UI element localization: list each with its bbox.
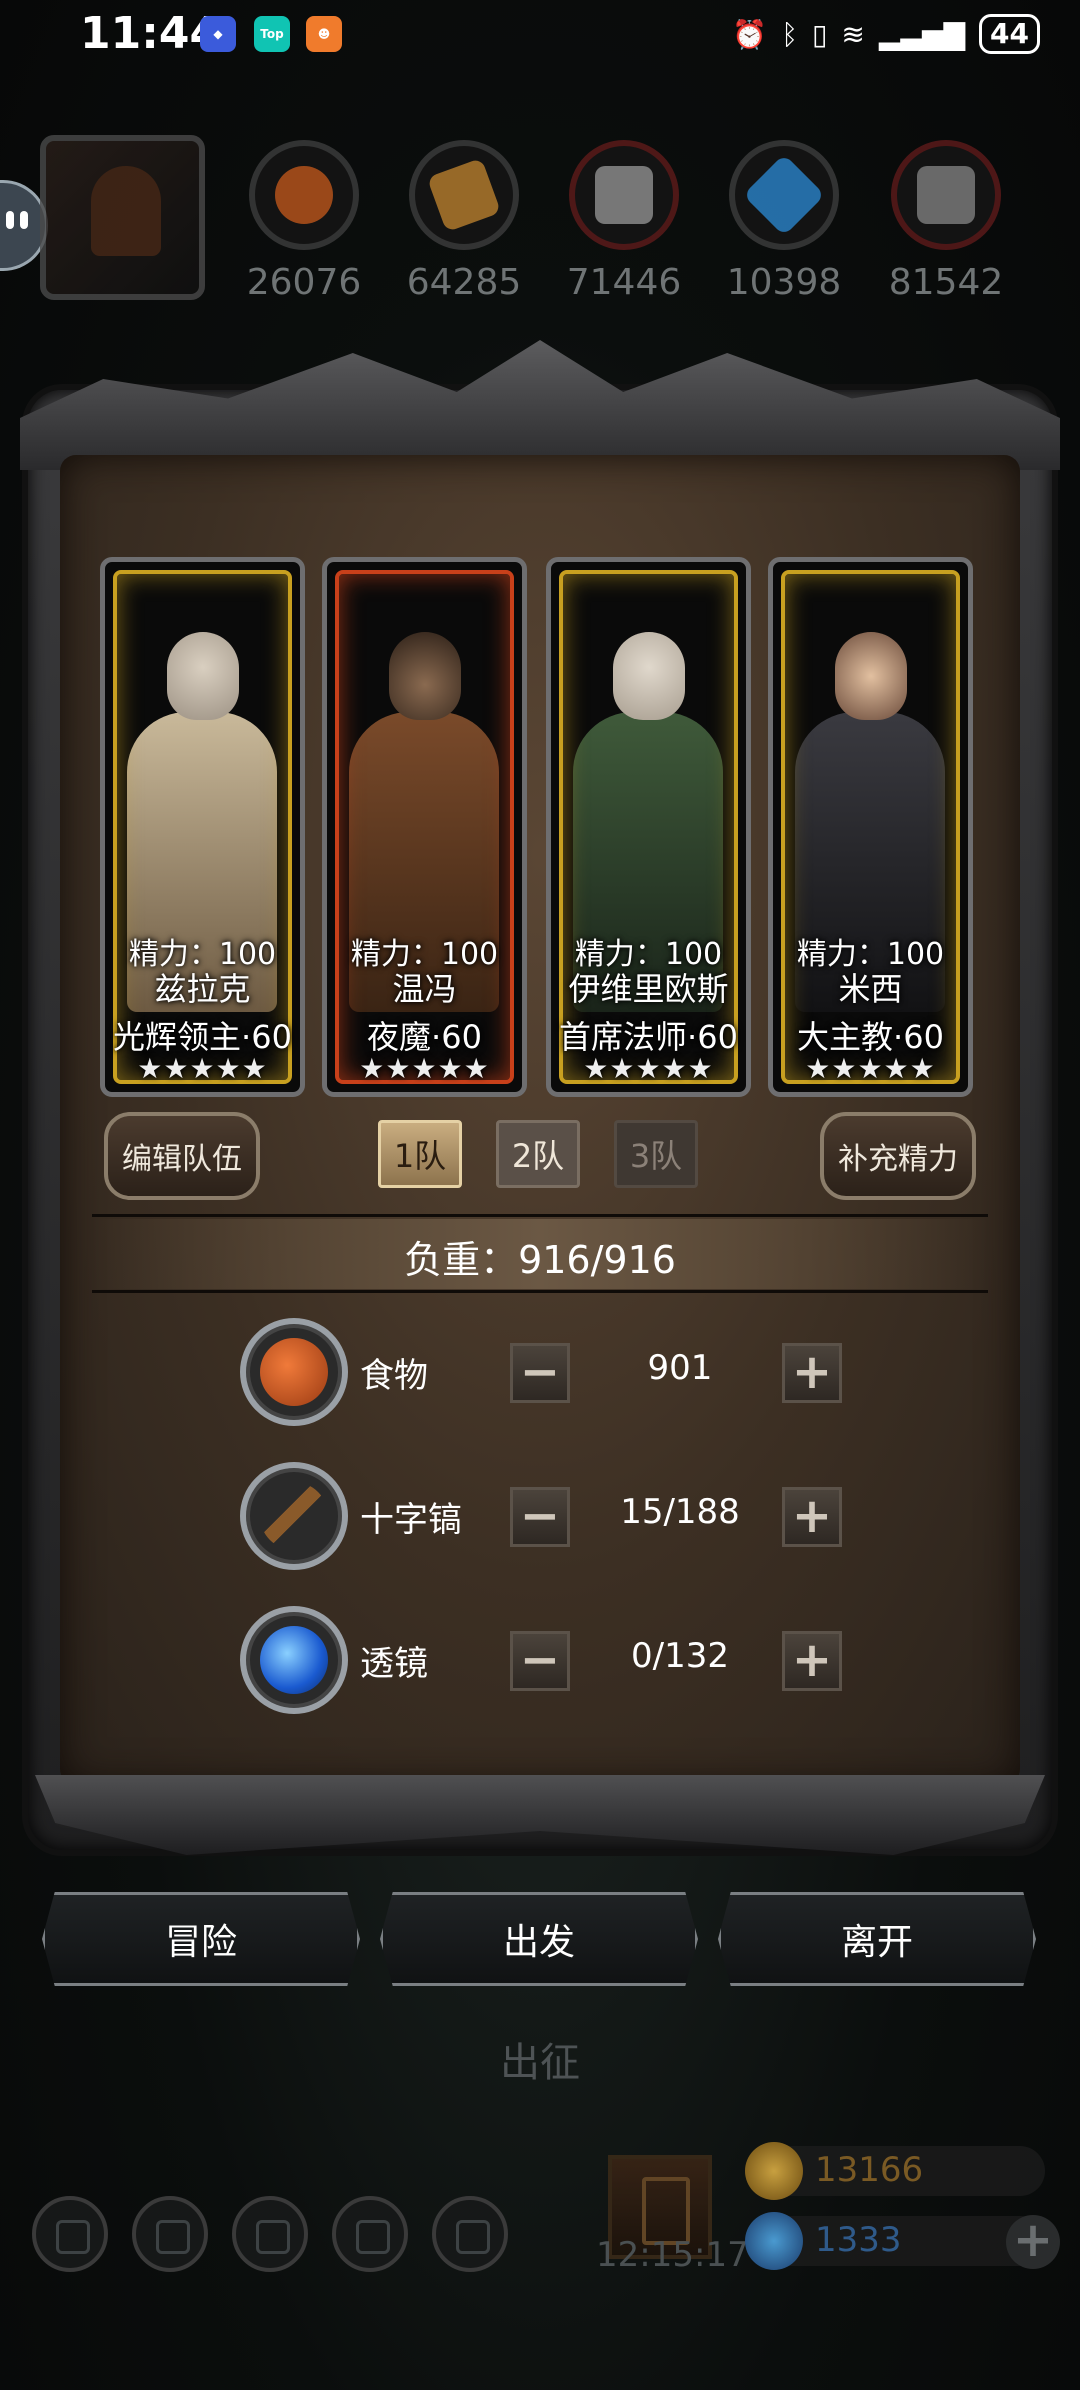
hero-stars: ★★★★★ [359,1052,490,1085]
hero-card-1[interactable]: 精力：100 兹拉克 光辉领主·60 ★★★★★ [100,557,305,1097]
food-icon [240,1318,348,1426]
tab-team-3[interactable]: 3队 [614,1120,698,1188]
bag-icon[interactable] [232,2196,308,2272]
map-icon[interactable] [432,2196,508,2272]
supply-row-food: 食物 − 901 + [240,1318,842,1428]
supply-label: 十字镐 [360,1500,462,1540]
hero-icon[interactable] [132,2196,208,2272]
status-indicators: ⏰ ᛒ ▯ ≋ ▂▃▅▇ 44 [732,12,1040,56]
signal-icon: ▂▃▅▇ [878,17,966,51]
wood-icon [426,157,502,233]
alarm-icon: ⏰ [732,17,768,51]
hero-name: 伊维里欧斯 [568,970,729,1008]
capacity-bar: 负重：916/916 [92,1219,988,1289]
hero-name: 兹拉克 [154,970,251,1008]
tab-team-2[interactable]: 2队 [496,1120,580,1188]
resource-value: 71446 [566,262,682,303]
avatar-portrait [91,166,161,256]
wifi-icon: ≋ [841,17,865,51]
hero-card-3[interactable]: 精力：100 伊维里欧斯 首席法师·60 ★★★★★ [546,557,751,1097]
stone-icon [595,166,653,224]
hero-stars: ★★★★★ [583,1052,714,1085]
gold-icon [745,2142,803,2200]
game-app-icon: ☻ [306,16,342,52]
app-notification-icon: ◆ [200,16,236,52]
gold-currency: 13166 [745,2142,1045,2200]
tab-team-1[interactable]: 1队 [378,1120,462,1188]
pickaxe-icon [240,1462,348,1570]
increase-button[interactable]: + [782,1631,842,1691]
resource-stone[interactable]: 71446 [564,140,684,303]
supply-value: 0/132 [631,1636,729,1676]
gold-value: 13166 [815,2150,924,2190]
hero-name: 温冯 [392,970,457,1008]
resource-wood[interactable]: 64285 [404,140,524,303]
increase-button[interactable]: + [782,1487,842,1547]
supply-value: 15/188 [620,1492,740,1532]
gem-icon [745,2212,803,2270]
depart-button[interactable]: 出发 [380,1892,698,1986]
hero-stars: ★★★★★ [805,1052,936,1085]
hero-stars: ★★★★★ [137,1052,268,1085]
resource-value: 64285 [406,262,522,303]
vibrate-icon: ▯ [812,17,828,51]
status-bar: 11:44 ◆ Top ☻ ⏰ ᛒ ▯ ≋ ▂▃▅▇ 44 [0,0,1080,70]
resource-value: 81542 [888,262,1004,303]
gift-timer: 12:15:17 [596,2235,749,2275]
gem-value: 1333 [815,2220,902,2260]
increase-button[interactable]: + [782,1343,842,1403]
resource-value: 10398 [726,262,842,303]
lens-icon [240,1606,348,1714]
supply-row-pickaxe: 十字镐 − 15/188 + [240,1462,842,1572]
resource-meat[interactable]: 26076 [244,140,364,303]
hero-name: 米西 [838,970,903,1008]
supply-label: 食物 [360,1356,428,1396]
hero-card-4[interactable]: 精力：100 米西 大主教·60 ★★★★★ [768,557,973,1097]
refill-energy-button[interactable]: 补充精力 [820,1112,976,1200]
hero-card-2[interactable]: 精力：100 温冯 夜魔·60 ★★★★★ [322,557,527,1097]
bluetooth-icon: ᛒ [781,17,798,51]
resource-iron[interactable]: 81542 [886,140,1006,303]
leave-button[interactable]: 离开 [718,1892,1036,1986]
crystal-icon [742,153,826,237]
player-avatar[interactable] [40,135,205,300]
gem-currency: 1333 [745,2212,1045,2270]
settings-icon[interactable] [32,2196,108,2272]
mail-icon[interactable] [332,2196,408,2272]
capacity-text: 负重：916/916 [404,1238,676,1282]
top-app-icon: Top [254,16,290,52]
edit-team-button[interactable]: 编辑队伍 [104,1112,260,1200]
battery-indicator: 44 [979,14,1040,54]
meat-icon [275,166,333,224]
supply-row-lens: 透镜 − 0/132 + [240,1606,842,1716]
iron-icon [917,166,975,224]
divider [92,1214,988,1217]
expedition-label: 出征 [500,2040,580,2086]
supply-value: 901 [647,1348,713,1388]
supply-label: 透镜 [360,1644,428,1684]
resource-crystal[interactable]: 10398 [724,140,844,303]
adventure-button[interactable]: 冒险 [42,1892,360,1986]
divider [92,1290,988,1293]
resource-value: 26076 [246,262,362,303]
add-currency-button[interactable]: + [1006,2215,1060,2269]
